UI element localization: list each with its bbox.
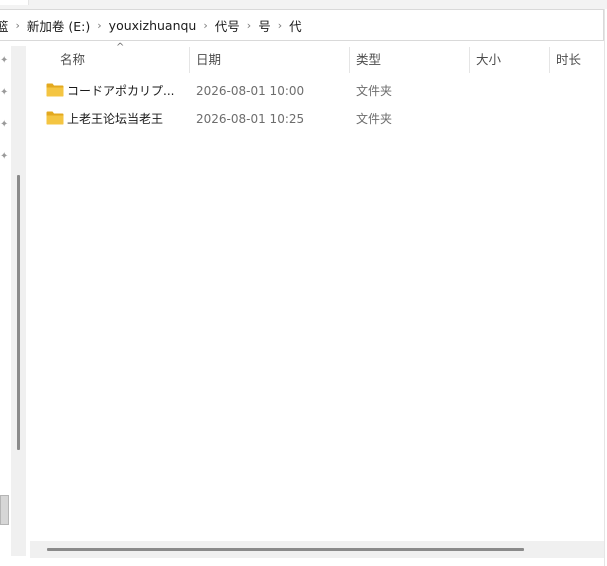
column-header-size-label: 大小 xyxy=(476,52,502,67)
folder-icon xyxy=(46,111,64,125)
column-header-duration[interactable]: 时长 xyxy=(550,45,607,75)
column-header-date-label: 日期 xyxy=(196,52,222,67)
column-header-size[interactable]: 大小 xyxy=(470,45,550,75)
file-row[interactable]: 上老王论坛当老王 2026-08-01 10:25 文件夹 xyxy=(30,106,607,132)
title-strip xyxy=(0,0,607,9)
file-type: 文件夹 xyxy=(356,84,393,98)
column-header-date[interactable]: 日期 xyxy=(190,45,350,75)
column-header-name[interactable]: 名称 xyxy=(54,45,190,75)
breadcrumb-item-folder[interactable]: youxizhuanqu xyxy=(107,18,199,33)
chevron-right-icon[interactable]: › xyxy=(92,19,106,32)
file-date: 2026-08-01 10:25 xyxy=(196,112,305,126)
file-row[interactable]: コードアポカリプ... 2026-08-01 10:00 文件夹 xyxy=(30,78,607,104)
horizontal-scrollbar-thumb[interactable] xyxy=(47,548,524,551)
column-header-row: 名称 日期 类型 大小 时长 xyxy=(30,45,607,75)
pin-icon[interactable]: ✦ xyxy=(0,88,8,98)
chevron-right-icon[interactable]: › xyxy=(198,19,212,32)
file-date: 2026-08-01 10:00 xyxy=(196,84,305,98)
chevron-right-icon[interactable]: › xyxy=(11,19,25,32)
file-name: 上老王论坛当老王 xyxy=(67,112,164,126)
chevron-right-icon[interactable]: › xyxy=(242,19,256,32)
file-explorer-window: 篮 › 新加卷 (E:) › youxizhuanqu › 代号 › 号 › 代… xyxy=(0,0,607,566)
folder-icon xyxy=(46,83,64,97)
breadcrumb-item-folder[interactable]: 号 xyxy=(256,16,273,35)
column-header-duration-label: 时长 xyxy=(556,52,582,67)
pin-icon[interactable]: ✦ xyxy=(0,152,8,162)
window-tab[interactable] xyxy=(0,0,29,5)
pin-icon[interactable]: ✦ xyxy=(0,56,8,66)
file-type: 文件夹 xyxy=(356,112,393,126)
chevron-right-icon[interactable]: › xyxy=(273,19,287,32)
breadcrumb-item-root[interactable]: 篮 xyxy=(0,16,11,35)
column-header-type[interactable]: 类型 xyxy=(350,45,470,75)
address-bar[interactable]: 篮 › 新加卷 (E:) › youxizhuanqu › 代号 › 号 › 代 xyxy=(0,9,604,41)
breadcrumb-item-drive[interactable]: 新加卷 (E:) xyxy=(25,16,92,35)
column-header-type-label: 类型 xyxy=(356,52,382,67)
navigation-scrollbar-thumb[interactable] xyxy=(17,175,20,450)
breadcrumb-item-folder[interactable]: 代号 xyxy=(213,16,242,35)
file-name: コードアポカリプ... xyxy=(67,84,175,98)
pin-icon[interactable]: ✦ xyxy=(0,120,8,130)
column-header-name-label: 名称 xyxy=(60,52,86,67)
navigation-pane: ✦ ✦ ✦ ✦ xyxy=(0,41,11,531)
breadcrumb-item-current[interactable]: 代 xyxy=(287,16,304,35)
navigation-item[interactable] xyxy=(0,495,9,525)
